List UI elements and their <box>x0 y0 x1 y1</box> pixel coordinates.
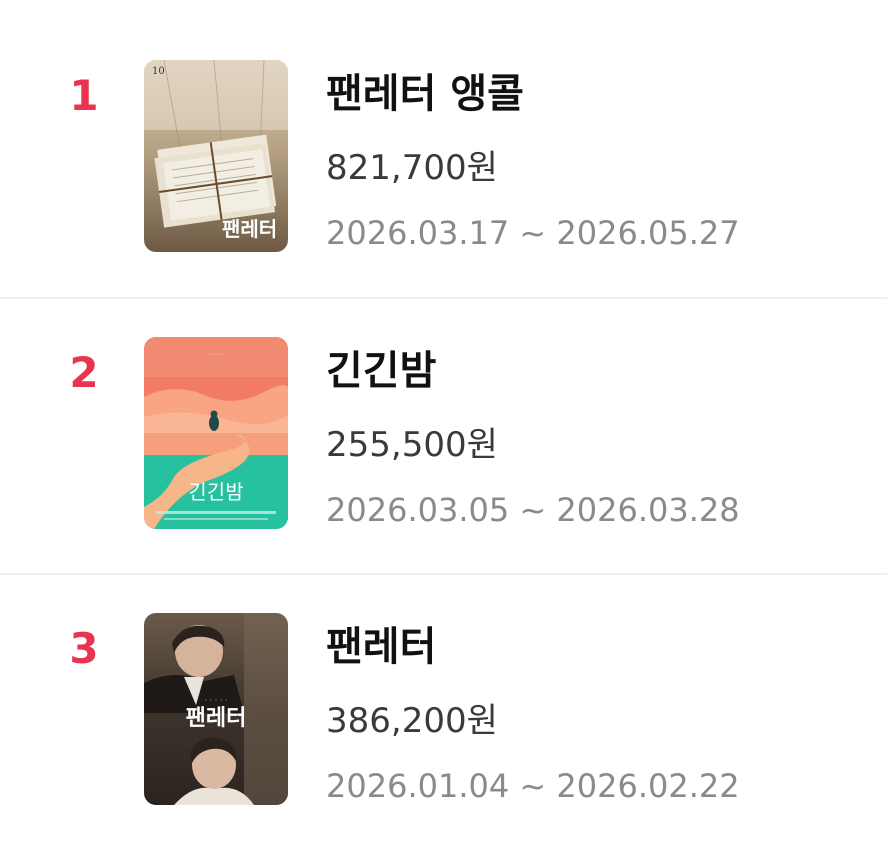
rank-number: 1 <box>69 71 99 120</box>
penguin-sunset-poster: · · · · · 긴긴밤 <box>144 337 288 529</box>
item-price: 386,200원 <box>326 701 498 741</box>
item-period: 2026.03.17 ~ 2026.05.27 <box>326 214 740 252</box>
svg-text:10: 10 <box>152 66 165 77</box>
actors-portrait-poster: · · · · · 팬레터 <box>144 613 288 805</box>
letters-bundle-poster: 10 팬레터 <box>144 60 288 252</box>
rank-number: 2 <box>69 348 99 397</box>
poster-thumbnail[interactable]: · · · · · 팬레터 <box>144 613 288 805</box>
item-title[interactable]: 팬레터 앵콜 <box>326 68 524 120</box>
item-period: 2026.03.05 ~ 2026.03.28 <box>326 491 740 529</box>
item-period: 2026.01.04 ~ 2026.02.22 <box>326 767 740 805</box>
item-price: 255,500원 <box>326 425 498 465</box>
poster-logo-text: 팬레터 <box>222 217 277 241</box>
item-title[interactable]: 긴긴밤 <box>326 345 436 397</box>
list-item[interactable]: 1 10 팬레터 팬레터 앵콜 821,700원 2026.03.17 ~ 20… <box>0 22 887 298</box>
poster-logo-text: 팬레터 <box>186 706 247 731</box>
svg-text:· · · · ·: · · · · · <box>207 352 224 359</box>
list-item[interactable]: 3 · · · · · 팬레터 팬레터 386,200원 2026.01.04 … <box>0 575 887 847</box>
ranking-list: 1 10 팬레터 팬레터 앵콜 821,700원 2026.03.17 ~ 20… <box>0 0 887 847</box>
poster-thumbnail[interactable]: 10 팬레터 <box>144 60 288 252</box>
poster-logo-text: 긴긴밤 <box>188 480 243 504</box>
list-item[interactable]: 2 · · · · · 긴긴밤 긴긴밤 255,500원 2026.03.05 … <box>0 299 887 575</box>
rank-number: 3 <box>69 624 99 673</box>
svg-text:· · · · ·: · · · · · <box>205 696 228 705</box>
item-price: 821,700원 <box>326 148 498 188</box>
poster-thumbnail[interactable]: · · · · · 긴긴밤 <box>144 337 288 529</box>
item-title[interactable]: 팬레터 <box>326 621 436 673</box>
